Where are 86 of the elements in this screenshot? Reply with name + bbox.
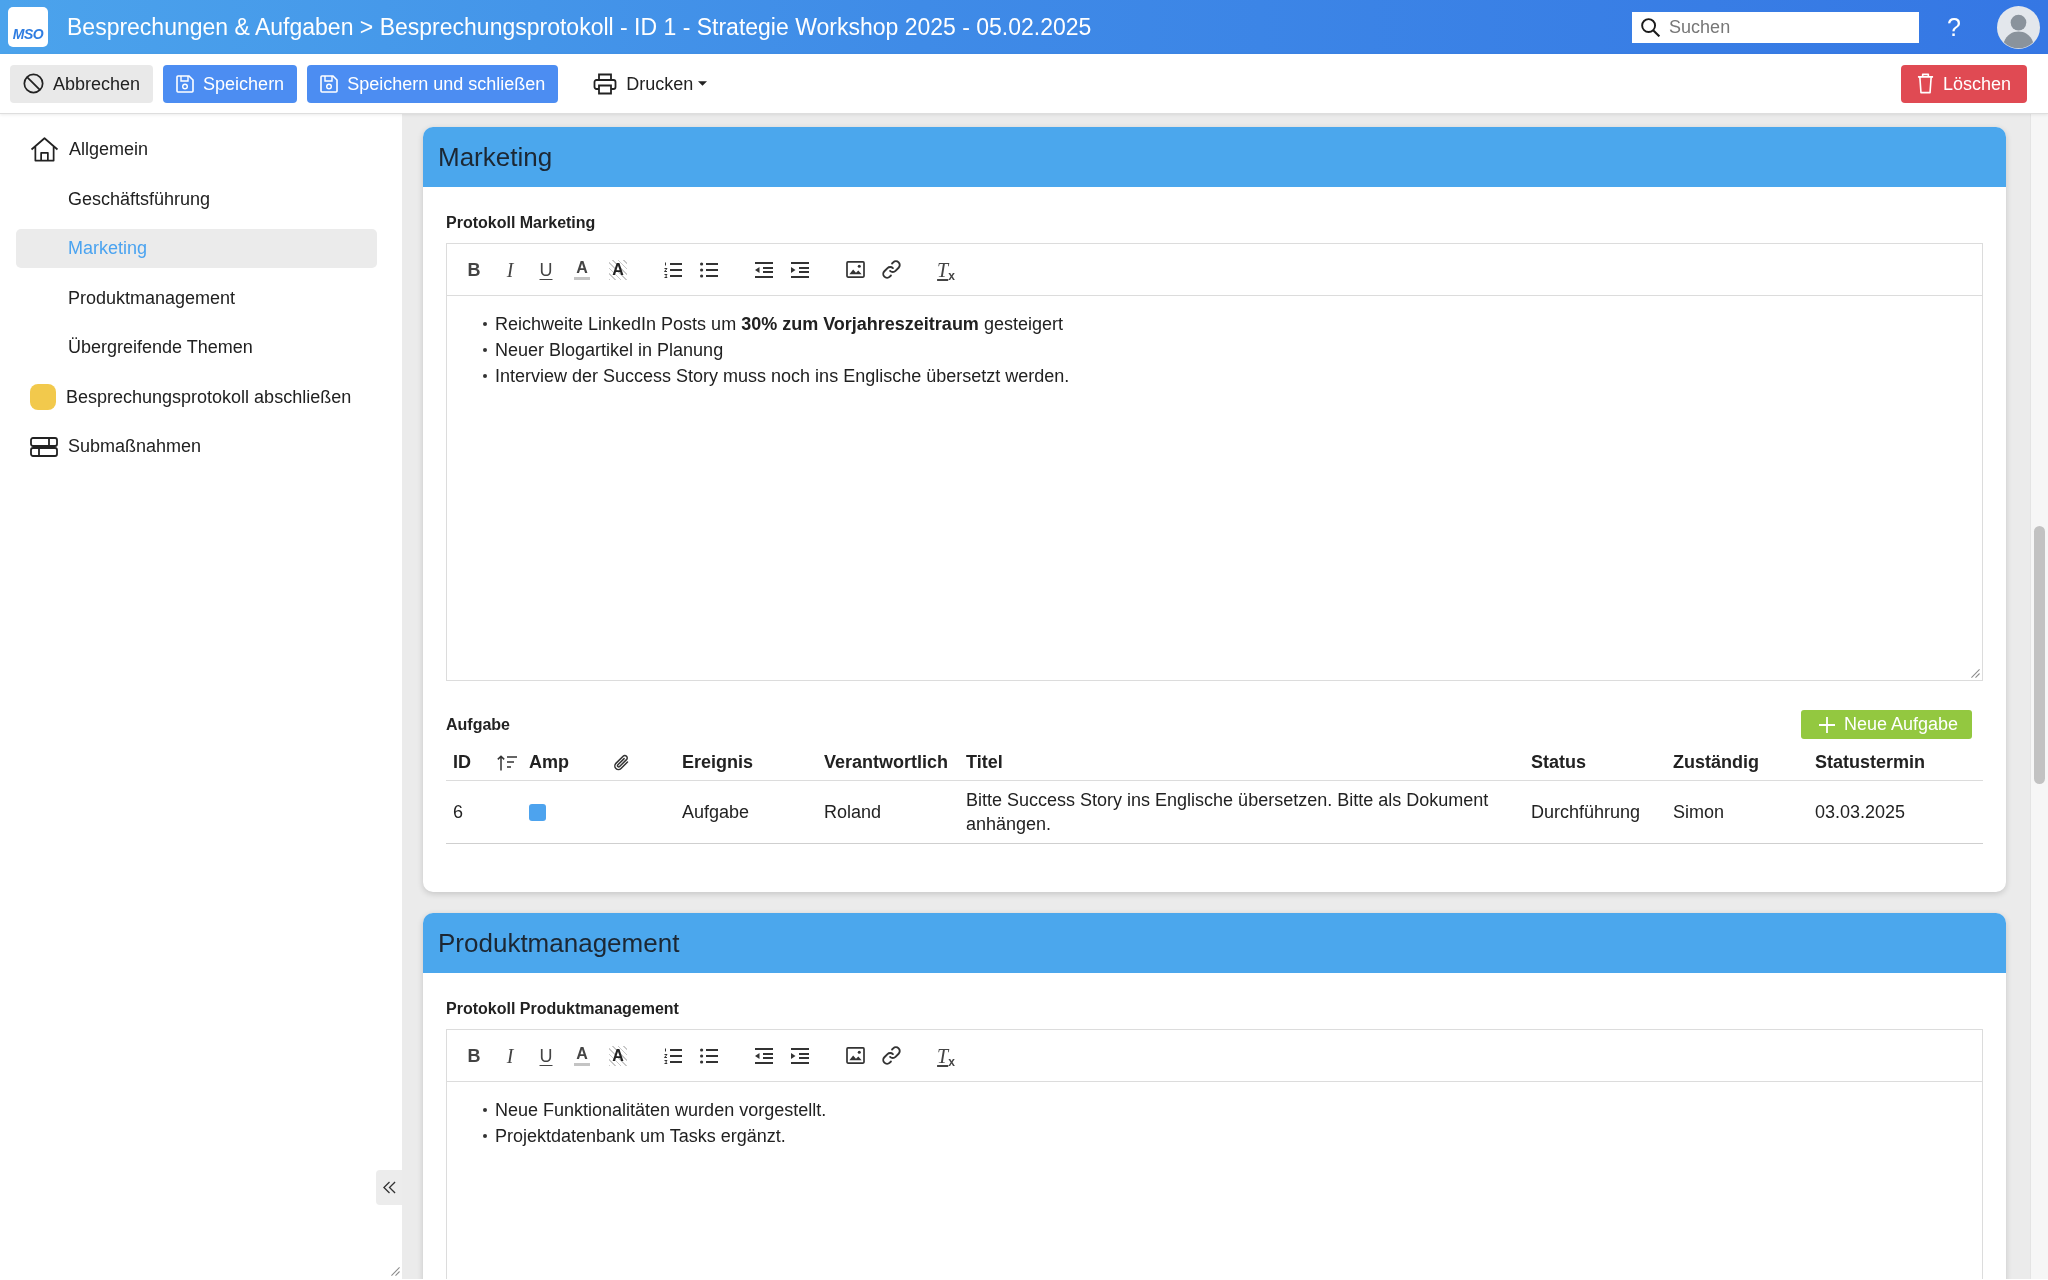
double-chevron-left-icon: [382, 1181, 396, 1194]
column-header: Status: [1524, 744, 1666, 781]
column-header: Verantwortlich: [817, 744, 959, 781]
bulleted-list-icon: [700, 1047, 718, 1064]
italic-button[interactable]: I: [492, 251, 528, 288]
scrollbar-thumb[interactable]: [2034, 526, 2045, 784]
clear-formatting-button[interactable]: T$_{x}$: [928, 1037, 964, 1074]
ban-icon: [23, 73, 44, 94]
cancel-button[interactable]: Abbrechen: [10, 64, 154, 103]
plus-icon: [1818, 716, 1835, 733]
resize-grip-icon[interactable]: [391, 1267, 400, 1276]
tasks-label: Aufgabe: [446, 714, 510, 735]
breadcrumb-title: Besprechungen & Aufgaben > Besprechungsprotokoll - ID 1 - Strategie Workshop 2025 - 05.02.2025: [67, 12, 1092, 42]
italic-button[interactable]: I: [492, 1037, 528, 1074]
trash-icon: [1916, 73, 1934, 94]
bullet-text: Neue Funktionalitäten wurden vorgestellt.: [495, 1099, 827, 1122]
numbered-list-icon: [664, 261, 682, 278]
section-title: Marketing: [438, 140, 553, 174]
image-icon: [845, 261, 865, 278]
outdent-icon: [755, 1047, 773, 1064]
indent-icon: [791, 261, 809, 278]
editor-label: Protokoll Marketing: [446, 213, 597, 233]
editor-text-area[interactable]: Reichweite LinkedIn Posts um 30% zum Vorjahreszeitraum gesteigert Neuer Blogartikel in Planung Interview der Success Story muss noch ins Englische übersetzt werden.: [447, 296, 1982, 680]
editor-text-area[interactable]: Neue Funktionalitäten wurden vorgestellt. Projektdatenbank um Tasks ergänzt.: [447, 1082, 1982, 1279]
link-icon: [881, 260, 901, 279]
sidebar-item[interactable]: Allgemein: [16, 130, 377, 169]
bullet-text: Interview der Success Story muss noch ins Englische übersetzt werden.: [495, 365, 1070, 388]
table-cell: 6: [446, 780, 490, 844]
bullet-icon: [483, 1108, 487, 1112]
home-icon: [30, 137, 59, 162]
column-header: Ereignis: [675, 744, 817, 781]
outdent-icon: [755, 261, 773, 278]
editor-label: Protokoll Produktmanagement: [446, 999, 680, 1019]
search-icon: [1641, 17, 1661, 37]
bulleted-list-icon: [700, 261, 718, 278]
sort-icon[interactable]: [497, 755, 517, 772]
numbered-list-icon: [664, 1047, 682, 1064]
column-header: Amp: [522, 744, 606, 781]
bullet-icon: [483, 348, 487, 352]
underline-button[interactable]: U: [528, 1037, 564, 1074]
sidebar-item[interactable]: Produktmanagement: [16, 278, 377, 318]
bold-button[interactable]: B: [456, 1037, 492, 1074]
section-title: Produktmanagement: [438, 926, 680, 960]
sidebar-item[interactable]: Geschäftsführung: [16, 179, 377, 219]
sidebar-item[interactable]: Besprechungsprotokoll abschließen: [16, 377, 377, 417]
collapse-sidebar-button[interactable]: [376, 1170, 402, 1205]
sidebar-item[interactable]: Übergreifende Themen: [16, 328, 377, 367]
app-logo[interactable]: MSO: [8, 7, 48, 47]
search-field[interactable]: Suchen: [1632, 11, 1920, 43]
table-cell: Durchführung: [1524, 780, 1666, 844]
clear-formatting-button[interactable]: T$_{x}$: [928, 251, 964, 288]
layout-rows-icon: [30, 436, 58, 457]
underline-button[interactable]: U: [528, 251, 564, 288]
bold-button[interactable]: B: [456, 251, 492, 288]
save-icon: [176, 74, 195, 93]
table-cell: Roland: [817, 780, 959, 844]
user-silhouette-icon[interactable]: [1997, 5, 2040, 49]
bullet-icon: [483, 1134, 487, 1138]
table-cell: Simon: [1666, 780, 1808, 844]
indent-icon: [791, 1047, 809, 1064]
highlight-color-button[interactable]: A: [600, 251, 636, 288]
column-header: Statustermin: [1808, 744, 1983, 781]
table-cell: 03.03.2025: [1808, 780, 1983, 844]
column-header: Zuständig: [1666, 744, 1808, 781]
printer-icon: [593, 72, 618, 95]
help-button[interactable]: ?: [1943, 14, 1965, 40]
bullet-icon: [483, 374, 487, 378]
text-color-button[interactable]: A: [564, 1037, 600, 1074]
delete-button[interactable]: Löschen: [1900, 64, 2027, 103]
save-icon: [320, 74, 339, 93]
link-icon: [881, 1046, 901, 1065]
resize-grip-icon[interactable]: [1971, 669, 1980, 678]
highlight-color-button[interactable]: A: [600, 1037, 636, 1074]
table-cell: Aufgabe: [675, 780, 817, 844]
bullet-text: Reichweite LinkedIn Posts um 30% zum Vorjahreszeitraum gesteigert: [495, 313, 1063, 336]
bullet-text: Neuer Blogartikel in Planung: [495, 339, 724, 362]
image-icon: [845, 1047, 865, 1064]
table-cell: Bitte Success Story ins Englische übersetzen. Bitte als Dokument anhängen.: [959, 780, 1524, 844]
bullet-icon: [483, 322, 487, 326]
print-button[interactable]: Drucken: [580, 64, 721, 103]
sidebar-item[interactable]: Submaßnahmen: [16, 427, 377, 466]
column-header: Titel: [959, 744, 1524, 781]
text-color-button[interactable]: A: [564, 251, 600, 288]
paperclip-icon: [613, 754, 629, 773]
column-header: ID: [446, 744, 490, 781]
bullet-text: Projektdatenbank um Tasks ergänzt.: [495, 1125, 786, 1148]
